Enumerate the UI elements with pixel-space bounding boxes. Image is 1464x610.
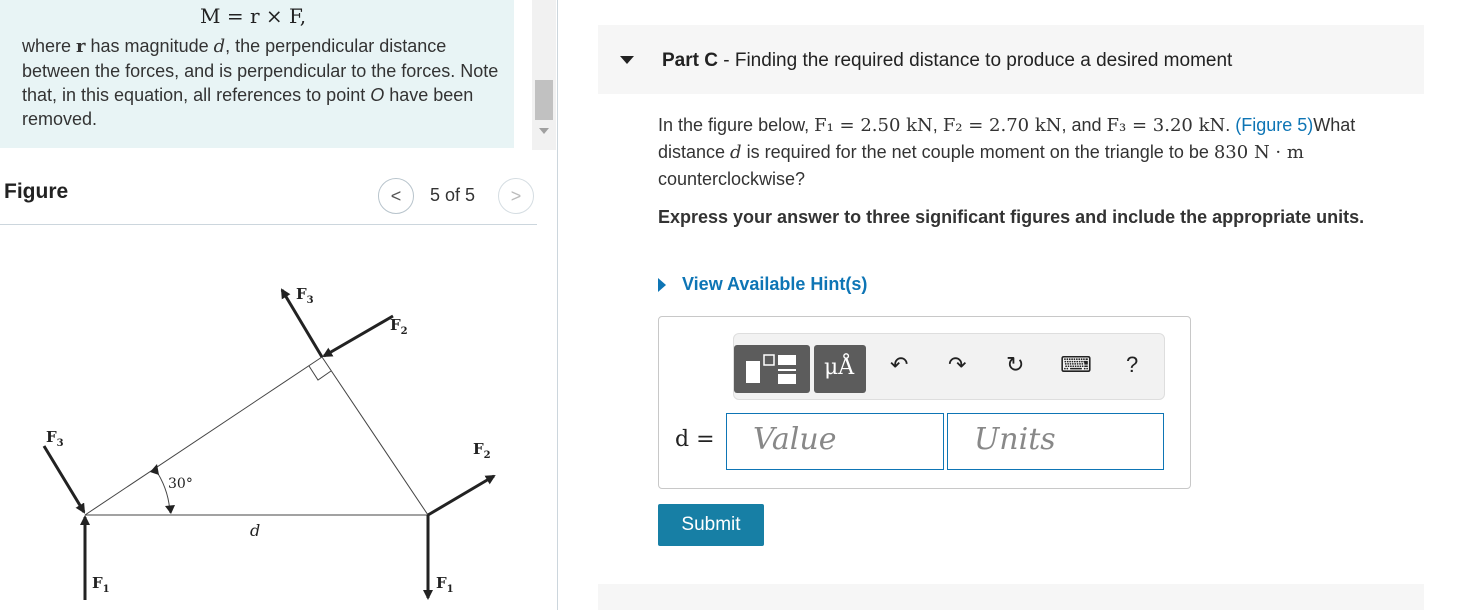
units-button[interactable]: μÅ [814,345,866,393]
callout-text: where r has magnitude d, the perpendicul… [22,34,502,131]
part-title-text: Finding the required distance to produce… [734,50,1233,71]
scrollbar[interactable] [532,0,556,150]
problem-text: is required for the net couple moment on… [741,142,1214,162]
units-input[interactable]: Units [947,413,1164,470]
var-d: d [730,142,742,163]
force-label-f1-left: F1 [92,574,110,595]
force-label-f3-left: F3 [46,428,64,449]
answer-box: μÅ ↶ ↷ ↻ ⌨ ? d = Value Units [658,316,1191,489]
help-icon[interactable]: ? [1126,352,1138,378]
problem-text: . [1225,115,1236,135]
templates-icon [746,354,796,384]
figure-next-button[interactable]: > [498,178,534,214]
answer-variable-label: d = [675,427,715,452]
force-label-f1-right: F1 [436,574,454,595]
value-input[interactable]: Value [726,413,944,470]
distance-label: d [250,521,260,540]
undo-icon[interactable]: ↶ [890,352,908,378]
triangle-hypotenuse [84,356,323,516]
next-part-header[interactable] [598,584,1424,610]
part-c-header[interactable]: Part C - Finding the required distance t… [598,25,1424,94]
force-f2-right-arrow [427,474,496,517]
triangle-figure: 30° d F3 F2 F3 F2 F1 F1 [42,285,496,600]
part-title: Part C - Finding the required distance t… [662,50,1232,72]
problem-text: In the figure below, [658,115,815,135]
angle-arc-arrow-bottom [165,505,175,514]
submit-button[interactable]: Submit [658,504,764,546]
force-f3-left-arrow [42,445,86,514]
figure-title: Figure [4,180,69,203]
value-f1: F₁ = 2.50 kN [814,115,933,136]
answer-instruction: Express your answer to three significant… [658,207,1365,227]
value-f3: F₃ = 3.20 kN [1106,115,1226,136]
scroll-thumb[interactable] [535,80,553,120]
moment-formula: M = r × F, [200,4,307,28]
triangle-right-side [321,356,429,516]
force-label-f3-top: F3 [296,285,314,306]
figure-divider [0,224,537,225]
chevron-right-icon: > [510,185,522,206]
callout-text-part: has magnitude [85,36,214,56]
problem-text: counterclockwise? [658,169,806,189]
force-f2-top-arrow [322,314,394,358]
callout-var-r: r [76,36,86,57]
problem-text: , and [1061,115,1107,135]
templates-button[interactable] [734,345,810,393]
force-label-f2-top: F2 [390,316,408,337]
problem-statement: In the figure below, F₁ = 2.50 kN, F₂ = … [658,112,1388,192]
part-label: Part C [662,50,718,71]
part-separator: - [717,50,735,71]
scroll-down-icon[interactable] [539,128,549,134]
value-moment: 830 N · m [1213,142,1304,163]
figure-prev-button[interactable]: < [378,178,414,214]
callout-var-o: O [370,85,385,105]
chevron-left-icon: < [390,185,402,206]
problem-text: , [932,115,943,135]
callout-text-part: where [22,36,77,56]
right-angle-mark [308,365,332,381]
units-icon: μÅ [824,355,855,380]
keyboard-icon[interactable]: ⌨ [1060,352,1092,378]
callout-var-d: d [213,36,226,57]
math-toolbar: μÅ ↶ ↷ ↻ ⌨ ? [733,333,1165,400]
angle-arc-arrow-top [150,464,159,475]
left-panel: M = r × F, where r has magnitude d, the … [0,0,558,610]
angle-label: 30° [168,476,193,492]
redo-icon[interactable]: ↷ [948,352,966,378]
figure-counter: 5 of 5 [430,185,476,205]
hints-label: View Available Hint(s) [682,274,868,294]
reset-icon[interactable]: ↻ [1006,352,1024,378]
caret-right-icon [658,277,666,292]
value-f2: F₂ = 2.70 kN [942,115,1062,136]
formula-callout: M = r × F, where r has magnitude d, the … [0,0,514,148]
figure-link[interactable]: (Figure 5) [1235,115,1313,135]
caret-down-icon[interactable] [620,56,634,64]
force-label-f2-right: F2 [473,440,491,461]
view-hints-link[interactable]: View Available Hint(s) [658,274,867,295]
